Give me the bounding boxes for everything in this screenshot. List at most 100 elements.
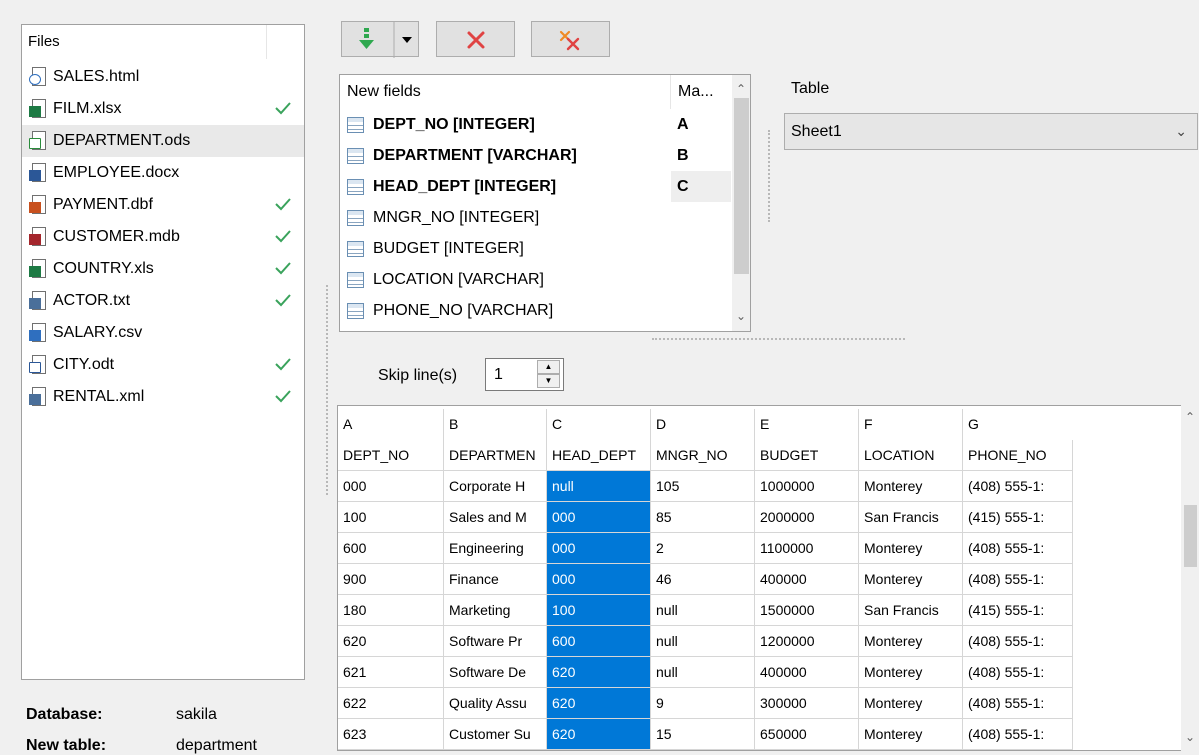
table-row[interactable]: 100 Sales and M 000 85 2000000 San Francis (41…: [338, 502, 1073, 533]
field-mapping[interactable]: B: [671, 140, 731, 171]
table-cell[interactable]: Monterey: [859, 657, 963, 688]
column-header[interactable]: PHONE_NO: [963, 440, 1073, 471]
field-mapping[interactable]: [671, 202, 731, 233]
table-cell[interactable]: Software Pr: [444, 626, 547, 657]
table-select[interactable]: Sheet1 ⌄: [784, 113, 1198, 150]
table-cell[interactable]: 105: [651, 471, 755, 502]
clear-all-mappings-button[interactable]: [531, 21, 610, 57]
table-cell[interactable]: 623: [338, 719, 444, 750]
table-cell[interactable]: 000: [547, 502, 651, 533]
table-cell[interactable]: (415) 555-1:: [963, 502, 1073, 533]
new-fields-list[interactable]: New fields Ma... DEPT_NO [INTEGER] A DEPAR…: [339, 74, 751, 332]
table-cell[interactable]: 100: [338, 502, 444, 533]
table-row[interactable]: 621 Software De 620 null 400000 Monterey (408)…: [338, 657, 1073, 688]
table-row[interactable]: 900 Finance 000 46 400000 Monterey (408) 555-1…: [338, 564, 1073, 595]
delete-mapping-button[interactable]: [436, 21, 515, 57]
mapping-column-header[interactable]: Ma...: [671, 83, 714, 101]
table-cell[interactable]: 622: [338, 688, 444, 719]
field-item[interactable]: MNGR_NO [INTEGER]: [340, 202, 750, 233]
column-header[interactable]: G: [963, 409, 1073, 440]
column-header[interactable]: A: [338, 409, 444, 440]
table-cell[interactable]: 620: [547, 688, 651, 719]
column-header[interactable]: DEPT_NO: [338, 440, 444, 471]
table-cell[interactable]: 46: [651, 564, 755, 595]
table-cell[interactable]: 1200000: [755, 626, 859, 657]
spin-down-icon[interactable]: ▼: [537, 374, 560, 388]
field-item[interactable]: PHONE_NO [VARCHAR]: [340, 295, 750, 326]
table-cell[interactable]: 1500000: [755, 595, 859, 626]
table-cell[interactable]: Quality Assu: [444, 688, 547, 719]
table-cell[interactable]: 100: [547, 595, 651, 626]
table-cell[interactable]: San Francis: [859, 595, 963, 626]
table-cell[interactable]: (408) 555-1:: [963, 564, 1073, 595]
field-item[interactable]: BUDGET [INTEGER]: [340, 233, 750, 264]
file-item[interactable]: FILM.xlsx: [22, 93, 304, 125]
table-cell[interactable]: 1000000: [755, 471, 859, 502]
table-cell[interactable]: 15: [651, 719, 755, 750]
table-cell[interactable]: (408) 555-1:: [963, 688, 1073, 719]
grid-scroll-up-icon[interactable]: ⌃: [1185, 410, 1195, 424]
table-cell[interactable]: Corporate H: [444, 471, 547, 502]
table-cell[interactable]: Monterey: [859, 719, 963, 750]
table-cell[interactable]: 620: [338, 626, 444, 657]
table-cell[interactable]: 620: [547, 657, 651, 688]
table-cell[interactable]: 000: [338, 471, 444, 502]
spin-up-icon[interactable]: ▲: [537, 360, 560, 374]
column-header[interactable]: F: [859, 409, 963, 440]
table-cell[interactable]: San Francis: [859, 502, 963, 533]
table-row[interactable]: 180 Marketing 100 null 1500000 San Francis (41…: [338, 595, 1073, 626]
field-item[interactable]: LOCATION [VARCHAR]: [340, 264, 750, 295]
field-mapping[interactable]: A: [671, 109, 731, 140]
table-cell[interactable]: (408) 555-1:: [963, 626, 1073, 657]
table-cell[interactable]: 600: [547, 626, 651, 657]
file-item[interactable]: EMPLOYEE.docx: [22, 157, 304, 189]
fields-scroll-thumb[interactable]: [734, 98, 749, 274]
table-cell[interactable]: null: [651, 626, 755, 657]
new-fields-column-header[interactable]: New fields: [340, 75, 671, 109]
status-column-header[interactable]: [267, 25, 273, 59]
table-cell[interactable]: 2000000: [755, 502, 859, 533]
splitter-vertical[interactable]: [768, 130, 771, 222]
table-cell[interactable]: 600: [338, 533, 444, 564]
column-header[interactable]: D: [651, 409, 755, 440]
column-header[interactable]: HEAD_DEPT: [547, 440, 651, 471]
table-cell[interactable]: (408) 555-1:: [963, 471, 1073, 502]
field-item[interactable]: HEAD_DEPT [INTEGER] C: [340, 171, 750, 202]
table-cell[interactable]: 300000: [755, 688, 859, 719]
column-header[interactable]: MNGR_NO: [651, 440, 755, 471]
table-row[interactable]: 000 Corporate Hnull 105 1000000 Monterey (408…: [338, 471, 1073, 502]
add-mapping-button[interactable]: [341, 21, 419, 58]
field-item[interactable]: DEPT_NO [INTEGER] A: [340, 109, 750, 140]
table-cell[interactable]: Monterey: [859, 533, 963, 564]
column-header[interactable]: LOCATION: [859, 440, 963, 471]
table-cell[interactable]: 85: [651, 502, 755, 533]
column-header[interactable]: BUDGET: [755, 440, 859, 471]
table-row[interactable]: 622 Quality Assu 620 9 300000 Monterey (408) 5…: [338, 688, 1073, 719]
file-item[interactable]: COUNTRY.xls: [22, 253, 304, 285]
column-header[interactable]: DEPARTMEN: [444, 440, 547, 471]
table-row[interactable]: 600 Engineering 000 2 1100000 Monterey (408) 5…: [338, 533, 1073, 564]
table-cell[interactable]: 180: [338, 595, 444, 626]
table-cell[interactable]: (408) 555-1:: [963, 719, 1073, 750]
table-cell[interactable]: 000: [547, 564, 651, 595]
table-cell[interactable]: 621: [338, 657, 444, 688]
files-column-header[interactable]: Files: [22, 25, 267, 59]
table-cell[interactable]: Sales and M: [444, 502, 547, 533]
field-mapping[interactable]: [671, 233, 731, 264]
file-item[interactable]: CITY.odt: [22, 349, 304, 381]
table-cell[interactable]: 9: [651, 688, 755, 719]
scroll-down-icon[interactable]: ⌄: [736, 309, 746, 323]
file-item[interactable]: PAYMENT.dbf: [22, 189, 304, 221]
scroll-up-icon[interactable]: ⌃: [736, 82, 746, 96]
table-cell[interactable]: (408) 555-1:: [963, 533, 1073, 564]
field-mapping[interactable]: [671, 264, 731, 295]
column-header[interactable]: E: [755, 409, 859, 440]
grid-scroll-thumb[interactable]: [1184, 505, 1197, 567]
table-cell[interactable]: 400000: [755, 564, 859, 595]
field-mapping[interactable]: [671, 295, 731, 326]
table-cell[interactable]: (415) 555-1:: [963, 595, 1073, 626]
file-item[interactable]: RENTAL.xml: [22, 381, 304, 413]
splitter-left[interactable]: [326, 285, 329, 495]
file-item[interactable]: SALES.html: [22, 61, 304, 93]
table-cell[interactable]: Monterey: [859, 471, 963, 502]
